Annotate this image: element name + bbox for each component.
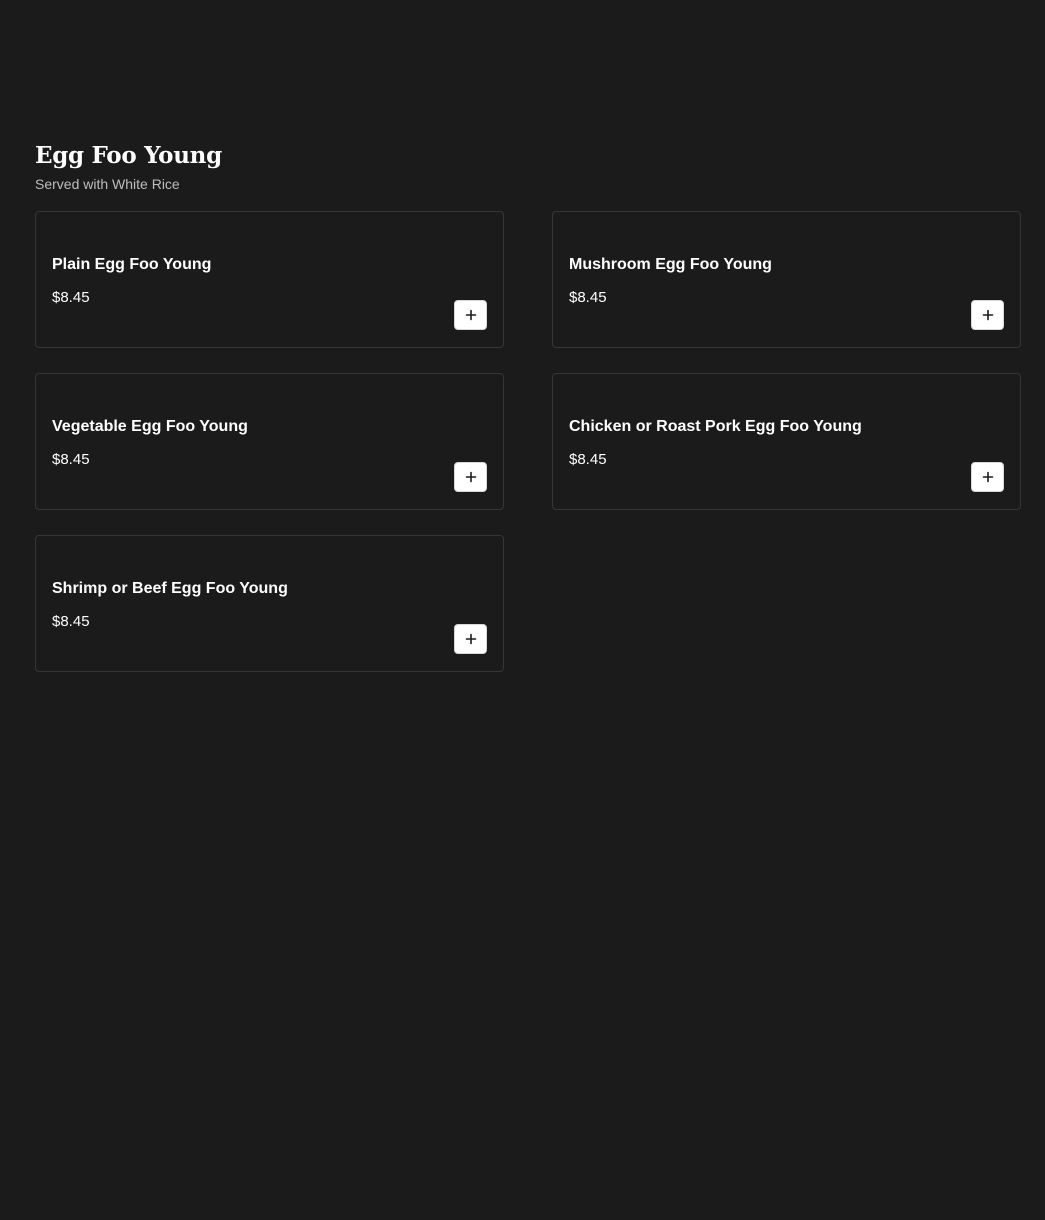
- menu-item-name: Shrimp or Beef Egg Foo Young: [52, 580, 288, 597]
- plus-icon: [465, 309, 476, 321]
- menu-item-price: $8.45: [52, 289, 90, 306]
- menu-item-name: Vegetable Egg Foo Young: [52, 418, 248, 435]
- plus-icon: [982, 309, 993, 321]
- menu-item-card[interactable]: Plain Egg Foo Young $8.45: [35, 211, 504, 348]
- menu-item-price: $8.45: [569, 289, 607, 306]
- menu-item-card[interactable]: Vegetable Egg Foo Young $8.45: [35, 373, 504, 510]
- plus-icon: [982, 471, 993, 483]
- add-item-button[interactable]: [454, 462, 487, 492]
- add-item-button[interactable]: [454, 300, 487, 330]
- menu-item-name: Plain Egg Foo Young: [52, 256, 212, 273]
- menu-item-card[interactable]: Chicken or Roast Pork Egg Foo Young $8.4…: [552, 373, 1021, 510]
- menu-item-card[interactable]: Shrimp or Beef Egg Foo Young $8.45: [35, 535, 504, 672]
- section-subtitle: Served with White Rice: [35, 176, 180, 192]
- menu-item-price: $8.45: [52, 613, 90, 630]
- menu-item-grid: Plain Egg Foo Young $8.45 Mushroom Egg F…: [35, 211, 1021, 672]
- menu-item-name: Chicken or Roast Pork Egg Foo Young: [569, 418, 862, 435]
- plus-icon: [465, 471, 476, 483]
- menu-item-price: $8.45: [569, 451, 607, 468]
- add-item-button[interactable]: [971, 300, 1004, 330]
- add-item-button[interactable]: [454, 624, 487, 654]
- menu-item-price: $8.45: [52, 451, 90, 468]
- add-item-button[interactable]: [971, 462, 1004, 492]
- menu-item-card[interactable]: Mushroom Egg Foo Young $8.45: [552, 211, 1021, 348]
- menu-section-egg-foo-young: Egg Foo Young Served with White Rice Pla…: [35, 140, 1021, 672]
- section-title: Egg Foo Young: [35, 142, 222, 169]
- menu-item-name: Mushroom Egg Foo Young: [569, 256, 772, 273]
- plus-icon: [465, 633, 476, 645]
